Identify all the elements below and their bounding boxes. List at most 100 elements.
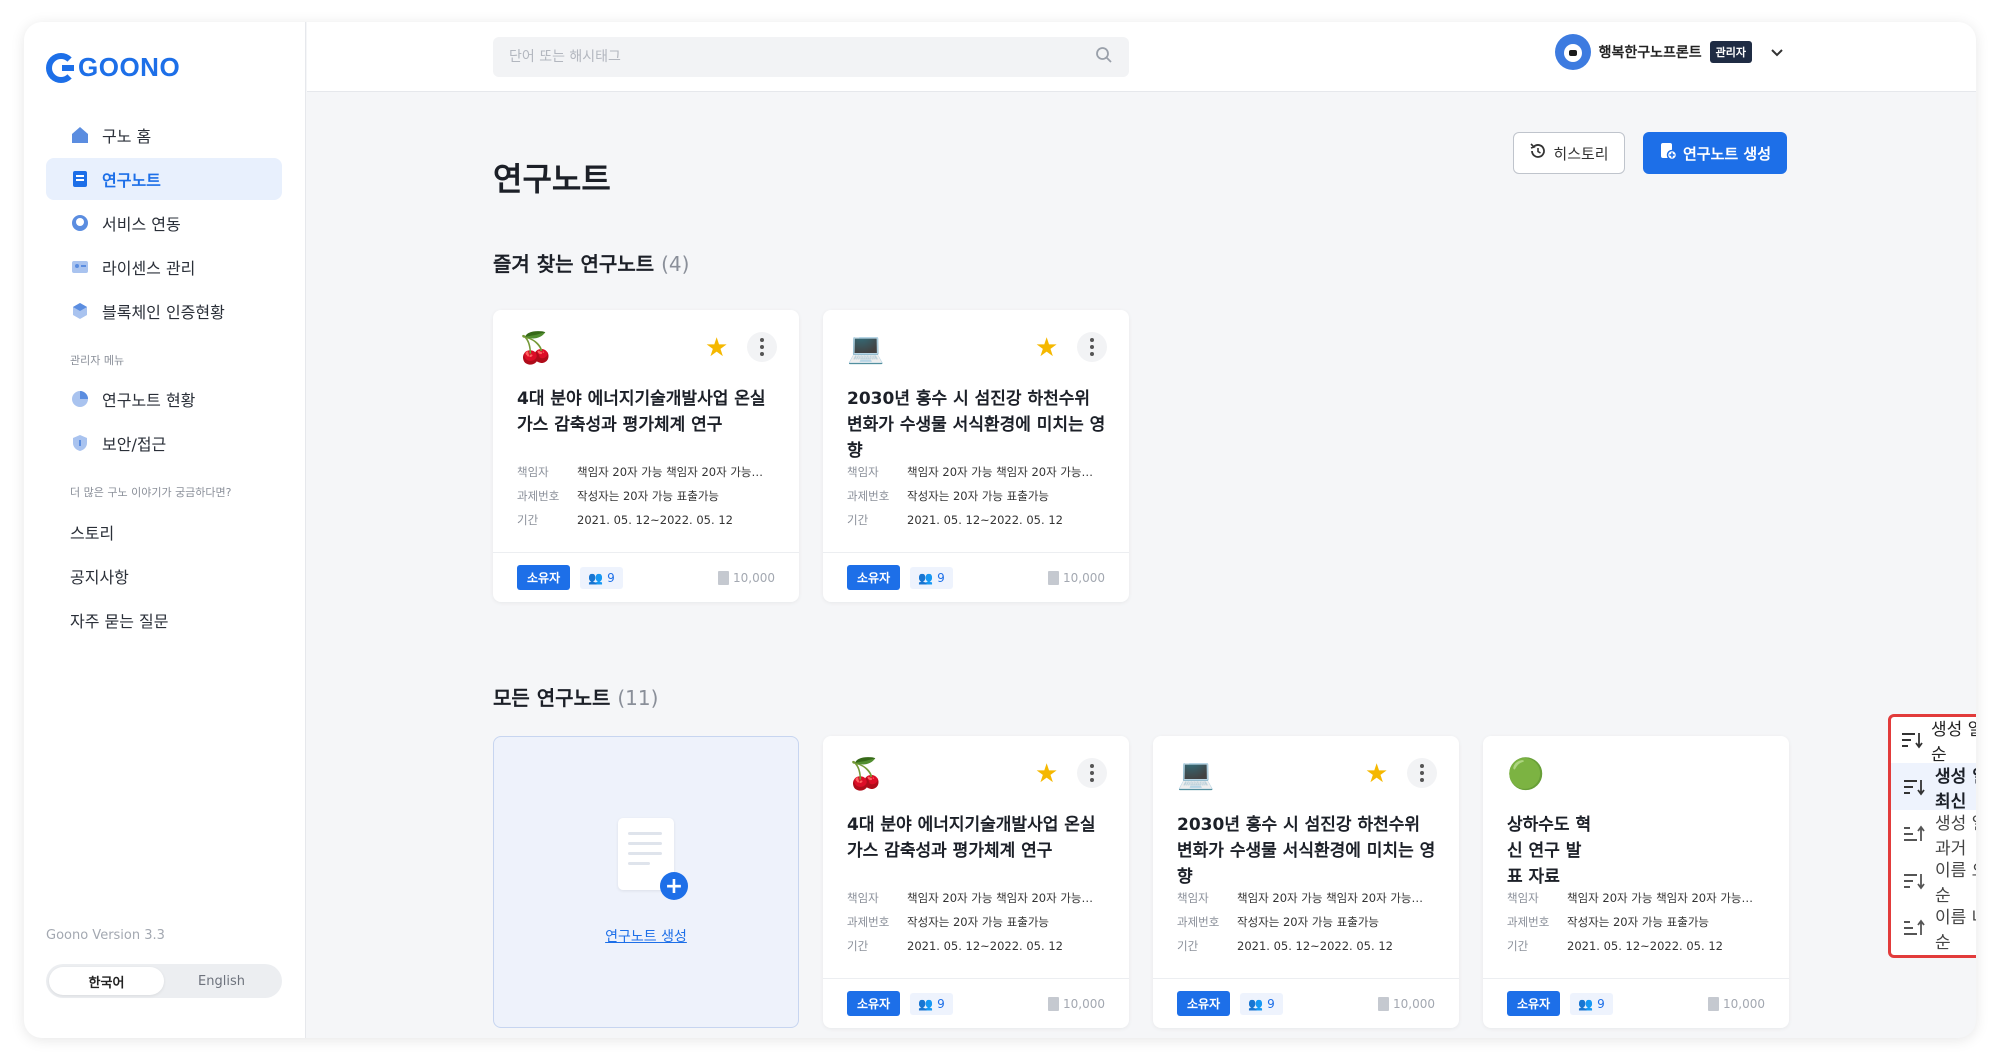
language-option-english[interactable]: English <box>164 967 279 995</box>
meta-project: 작성자는 20자 가능 표출가능 <box>1237 915 1379 929</box>
note-card[interactable]: 🟢 상하수도 혁신 연구 발표 자료 책임자 책임자 20자 가능 책임자 20자… <box>1483 736 1789 1028</box>
page-count-value: 10,000 <box>1063 570 1105 585</box>
avatar <box>1554 34 1591 70</box>
plus-icon: + <box>660 872 688 900</box>
note-card[interactable]: 💻 ★ 2030년 홍수 시 섬진강 하천수위 변화가 수생물 서식환경에 미치… <box>823 310 1129 602</box>
page-count-value: 10,000 <box>1393 996 1435 1011</box>
more-options-icon[interactable] <box>1077 332 1107 362</box>
sidebar-link-notice[interactable]: 공지사항 <box>46 554 282 598</box>
document-icon <box>718 570 729 585</box>
members-count: 9 <box>937 570 945 585</box>
sort-current-label: 생성 일자순 <box>1931 720 1976 765</box>
sort-option-newest[interactable]: 생성 일자 최신 <box>1891 763 1976 812</box>
note-meta: 책임자 책임자 20자 가능 책임자 20자 가능… 과제번호 작성자는 20자 가… <box>847 460 1109 532</box>
create-note-card[interactable]: + 연구노트 생성 <box>493 736 799 1028</box>
note-meta: 책임자 책임자 20자 가능 책임자 20자 가능… 과제번호 작성자는 20자 가… <box>847 886 1109 958</box>
note-title: 2030년 홍수 시 섬진강 하천수위 변화가 수생물 서식환경에 미치는 영향 <box>847 389 1106 461</box>
sort-option-name-asc[interactable]: 이름 오름차순 <box>1891 857 1976 906</box>
admin-menu-label: 관리자 메뉴 <box>70 354 125 367</box>
create-note-button[interactable]: 연구노트 생성 <box>1643 132 1787 174</box>
meta-project: 작성자는 20자 가능 표출가능 <box>1567 915 1709 929</box>
note-card[interactable]: 🍒 ★ 4대 분야 에너지기술개발사업 온실가스 감축성과 평가체계 연구 책임… <box>823 736 1129 1028</box>
goono-logo[interactable]: GOONO <box>46 52 180 83</box>
page-count: 10,000 <box>718 570 775 585</box>
members-count: 9 <box>937 996 945 1011</box>
sidebar-item-label: 서비스 연동 <box>102 215 181 234</box>
sidebar-item-license[interactable]: 라이센스 관리 <box>46 246 282 288</box>
sidebar-link-story[interactable]: 스토리 <box>46 510 282 554</box>
people-icon: 👥 <box>918 996 934 1011</box>
sidebar-link-faq[interactable]: 자주 묻는 질문 <box>46 598 282 642</box>
star-icon[interactable]: ★ <box>1035 758 1058 790</box>
create-note-card-label[interactable]: 연구노트 생성 <box>605 926 687 946</box>
meta-project: 작성자는 20자 가능 표출가능 <box>577 489 719 503</box>
meta-key-project: 과제번호 <box>1177 915 1220 929</box>
card-footer: 소유자 👥 9 10,000 <box>1153 978 1459 1028</box>
document-icon <box>1378 996 1389 1011</box>
sidebar-item-home[interactable]: 구노 홈 <box>46 114 282 156</box>
meta-project: 작성자는 20자 가능 표출가능 <box>907 489 1049 503</box>
page-count-value: 10,000 <box>1063 996 1105 1011</box>
people-icon: 👥 <box>1248 996 1264 1011</box>
blockchain-icon <box>70 301 90 321</box>
meta-owner: 책임자 20자 가능 책임자 20자 가능… <box>1237 891 1424 905</box>
github-icon <box>70 213 90 233</box>
search-box <box>493 37 1129 77</box>
meta-key-period: 기간 <box>847 939 869 953</box>
favorites-count: (4) <box>661 252 690 276</box>
sidebar-item-blockchain[interactable]: 블록체인 인증현황 <box>46 290 282 332</box>
app-window: GOONO 구노 홈 연구노트 서비스 연동 라이센스 관리 블록체인 인증현황… <box>24 22 1976 1038</box>
note-title: 4대 분야 에너지기술개발사업 온실가스 감축성과 평가체계 연구 <box>517 389 766 435</box>
language-option-korean[interactable]: 한국어 <box>49 967 164 995</box>
meta-project: 작성자는 20자 가능 표출가능 <box>907 915 1049 929</box>
sidebar-item-security[interactable]: 보안/접근 <box>46 422 282 464</box>
owner-badge: 소유자 <box>847 565 901 590</box>
sidebar: GOONO 구노 홈 연구노트 서비스 연동 라이센스 관리 블록체인 인증현황… <box>24 22 306 1038</box>
sidebar-item-research-notes[interactable]: 연구노트 <box>46 158 282 200</box>
role-badge: 관리자 <box>1709 41 1752 63</box>
meta-period: 2021. 05. 12~2022. 05. 12 <box>1237 939 1393 953</box>
sidebar-item-label: 구노 홈 <box>102 127 152 146</box>
sort-ascending-icon <box>1903 825 1925 843</box>
star-icon[interactable]: ★ <box>705 332 728 364</box>
more-options-icon[interactable] <box>747 332 777 362</box>
star-icon[interactable]: ★ <box>1035 332 1058 364</box>
note-card[interactable]: 💻 ★ 2030년 홍수 시 섬진강 하천수위 변화가 수생물 서식환경에 미치… <box>1153 736 1459 1028</box>
history-icon <box>1529 142 1547 164</box>
page-title: 연구노트 <box>493 160 611 198</box>
search-icon[interactable] <box>1095 46 1113 68</box>
members-badge: 👥 9 <box>910 566 953 589</box>
laptop-icon: 💻 <box>1177 757 1215 792</box>
sidebar-item-note-status[interactable]: 연구노트 현황 <box>46 378 282 420</box>
language-toggle: 한국어 English <box>46 964 282 998</box>
note-meta: 책임자 책임자 20자 가능 책임자 20자 가능… 과제번호 작성자는 20자 가… <box>1177 886 1439 958</box>
main-content: 연구노트 히스토리 연구노트 생성 즐겨 찾는 연구노트 (4) 🍒 ★ 4대 … <box>307 92 1976 1038</box>
chevron-down-icon[interactable] <box>1770 43 1784 62</box>
note-title: 상하수도 혁신 연구 발표 자료 <box>1507 815 1592 887</box>
sidebar-item-label: 라이센스 관리 <box>102 259 196 278</box>
people-icon: 👥 <box>918 570 934 585</box>
user-menu[interactable]: 행복한구노프론트 관리자 <box>1554 34 1784 70</box>
sort-option-name-desc[interactable]: 이름 내림차순 <box>1891 904 1976 953</box>
star-icon[interactable]: ★ <box>1365 758 1388 790</box>
document-icon <box>1708 996 1719 1011</box>
sort-dropdown: 생성 일자순 생성 일자 최신 생성 일자 과거 이름 오름차순 <box>1888 714 1976 958</box>
meta-period: 2021. 05. 12~2022. 05. 12 <box>1567 939 1723 953</box>
history-button[interactable]: 히스토리 <box>1513 132 1625 174</box>
search-input[interactable] <box>509 49 1069 65</box>
more-options-icon[interactable] <box>1407 758 1437 788</box>
sidebar-item-service-integration[interactable]: 서비스 연동 <box>46 202 282 244</box>
meta-key-owner: 책임자 <box>847 891 879 905</box>
meta-owner: 책임자 20자 가능 책임자 20자 가능… <box>907 891 1094 905</box>
page-count: 10,000 <box>1048 570 1105 585</box>
owner-badge: 소유자 <box>847 991 901 1016</box>
sort-descending-icon <box>1901 731 1923 749</box>
note-card[interactable]: 🍒 ★ 4대 분야 에너지기술개발사업 온실가스 감축성과 평가체계 연구 책임… <box>493 310 799 602</box>
more-options-icon[interactable] <box>1077 758 1107 788</box>
note-meta: 책임자 책임자 20자 가능 책임자 20자 가능… 과제번호 작성자는 20자 가… <box>517 460 779 532</box>
sort-select[interactable]: 생성 일자순 <box>1891 717 1976 765</box>
cherry-icon: 🍒 <box>847 757 885 792</box>
owner-badge: 소유자 <box>1507 991 1561 1016</box>
people-icon: 👥 <box>1578 996 1594 1011</box>
sort-option-oldest[interactable]: 생성 일자 과거 <box>1891 810 1976 859</box>
